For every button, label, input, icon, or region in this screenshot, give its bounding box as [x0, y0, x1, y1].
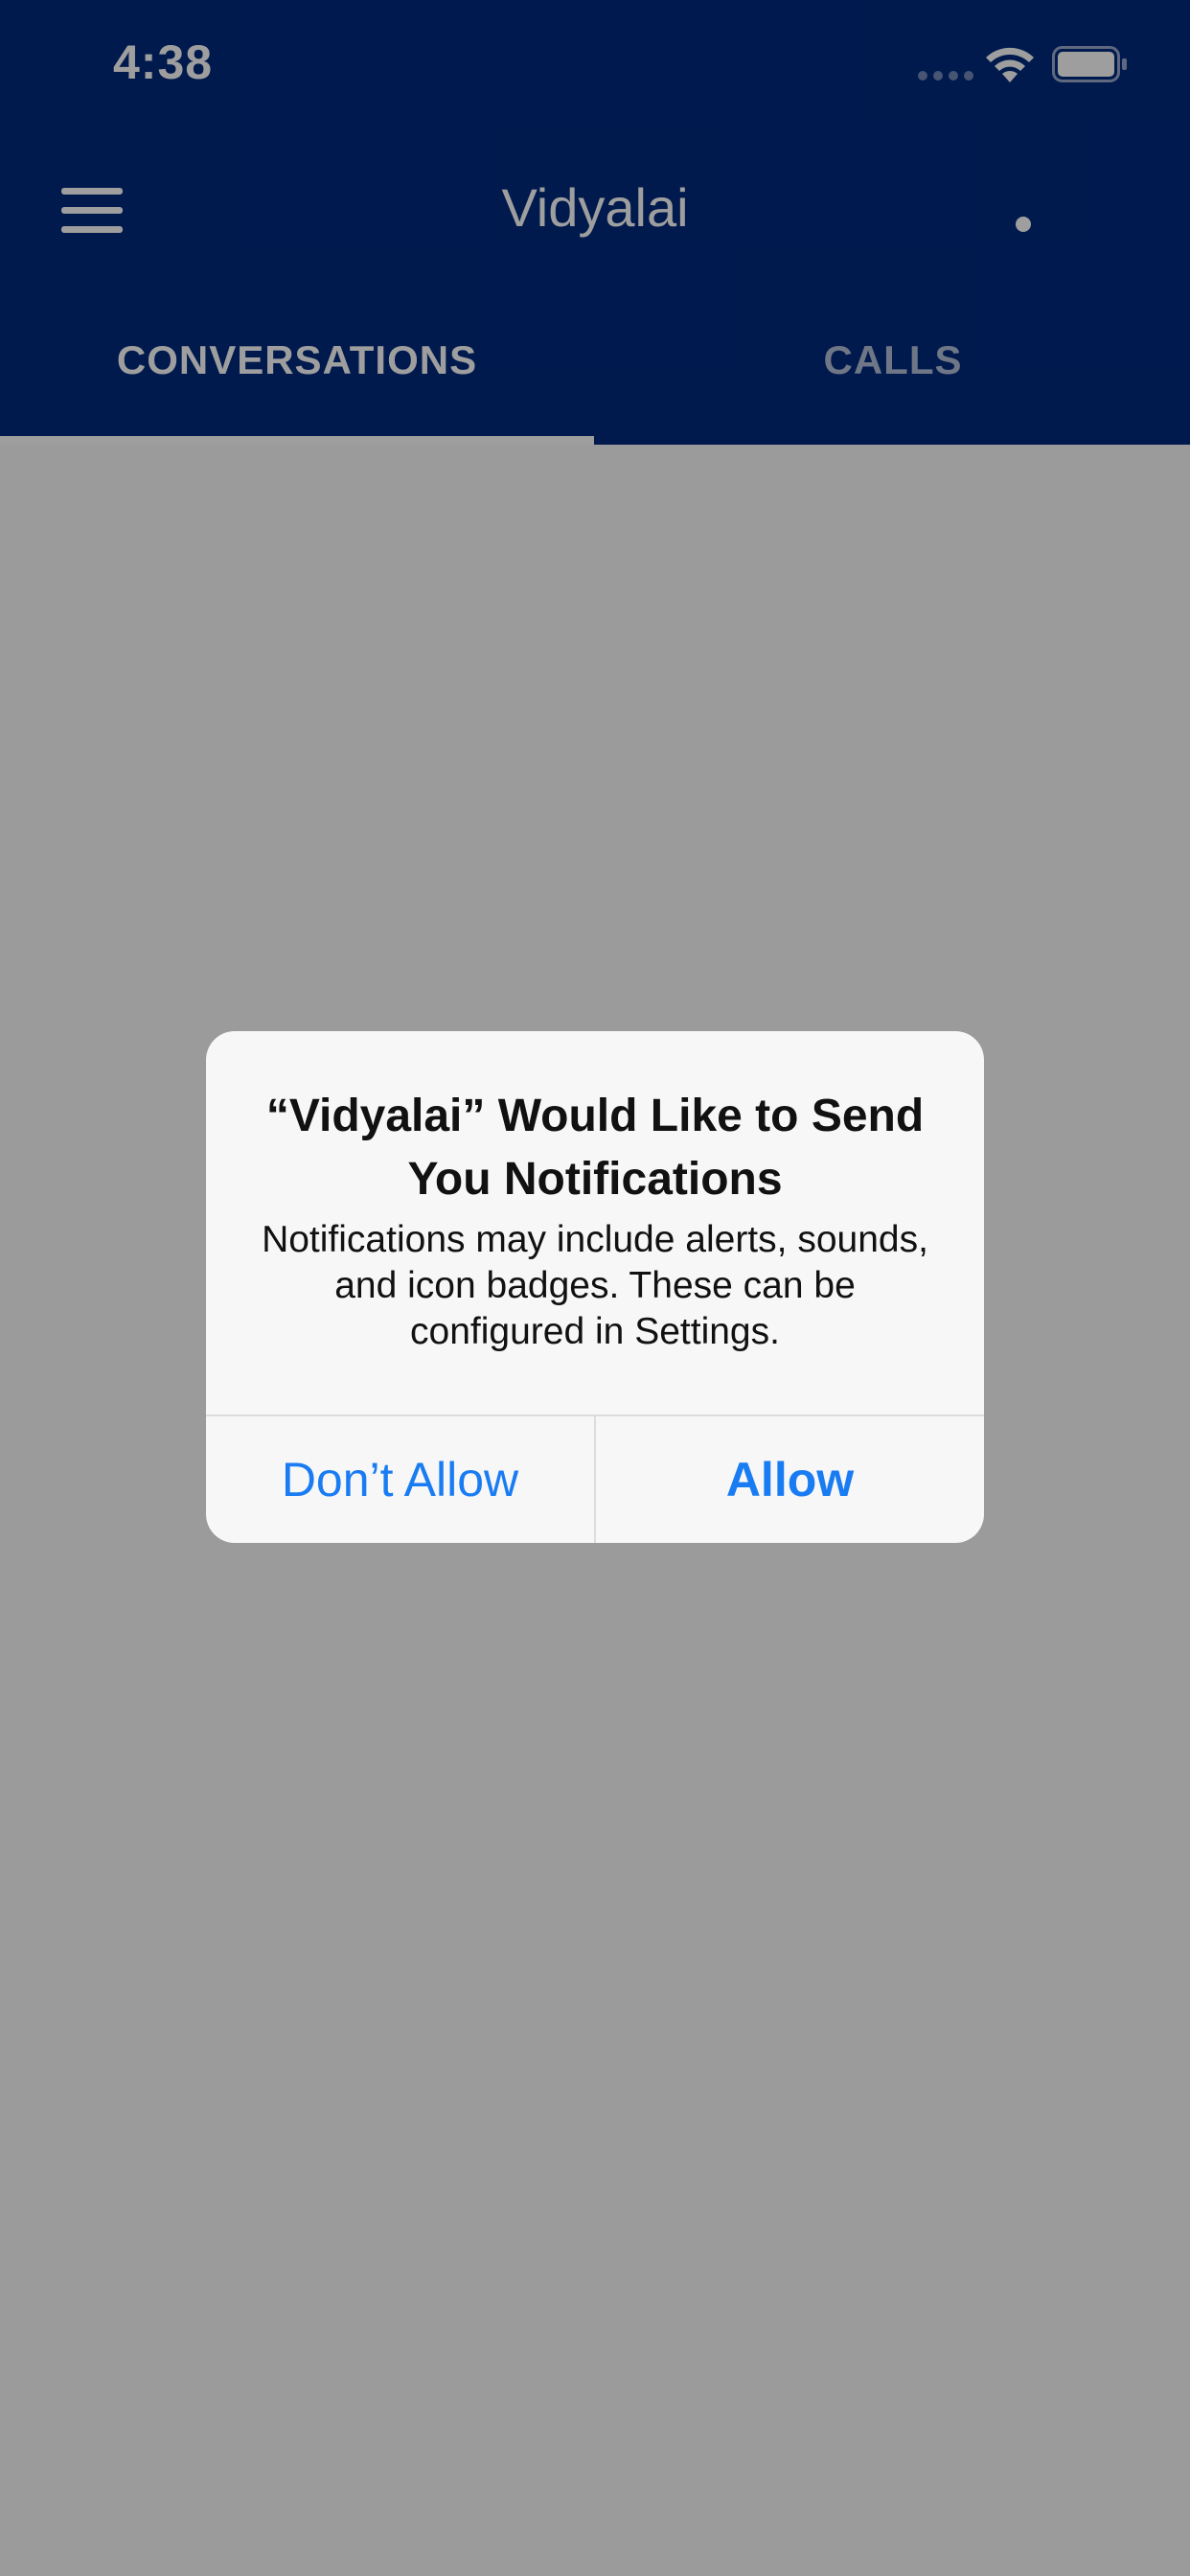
alert-title: “Vidyalai” Would Like to Send You Notifi…: [265, 1091, 925, 1205]
dont-allow-button[interactable]: Don’t Allow: [206, 1416, 594, 1543]
notification-permission-alert: “Vidyalai” Would Like to Send You Notifi…: [206, 1031, 984, 1543]
allow-button[interactable]: Allow: [596, 1416, 984, 1543]
alert-message: Notifications may include alerts, sounds…: [262, 1219, 928, 1352]
